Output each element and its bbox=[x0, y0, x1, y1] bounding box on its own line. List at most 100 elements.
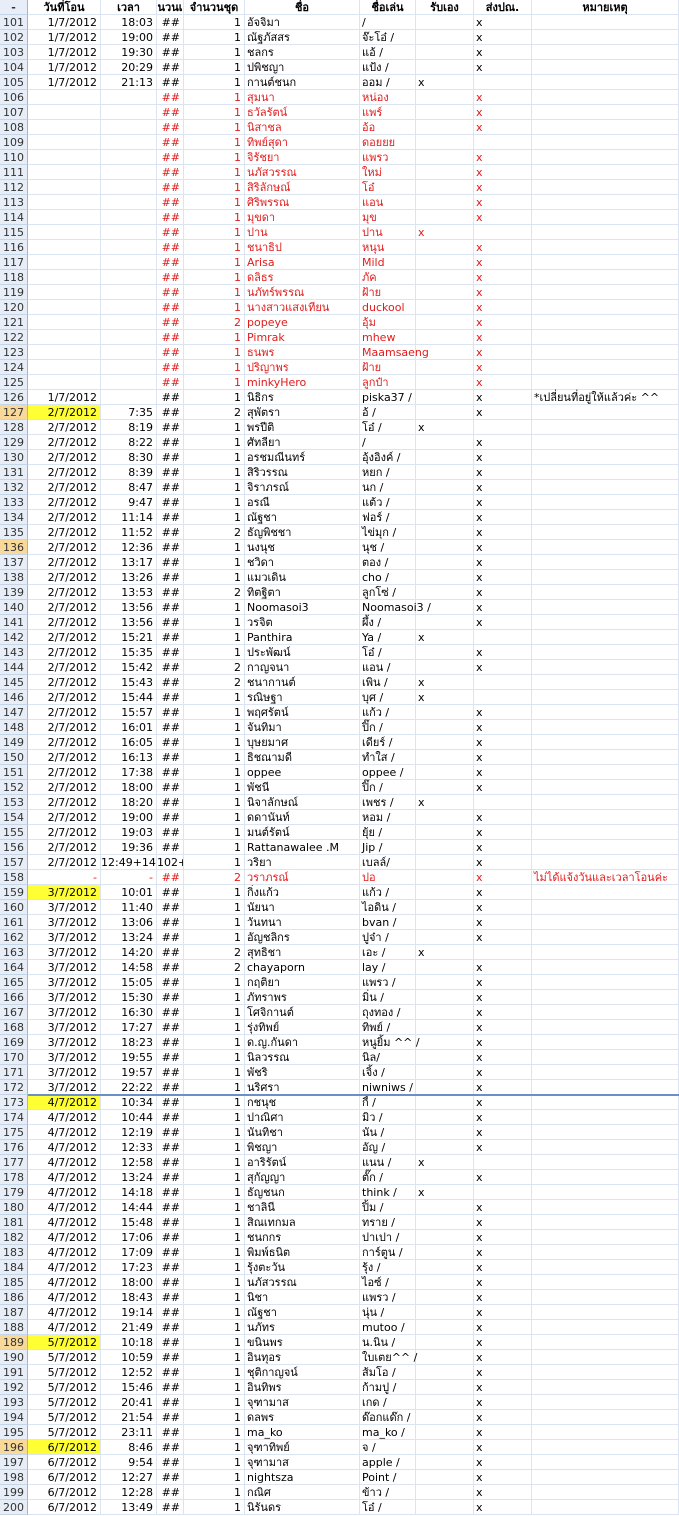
name-cell[interactable]: มุขดา bbox=[245, 210, 360, 225]
self-pickup-cell[interactable] bbox=[416, 660, 474, 675]
self-pickup-cell[interactable] bbox=[416, 570, 474, 585]
date-cell[interactable]: 4/7/2012 bbox=[28, 1275, 101, 1290]
amount-cell[interactable]: ## bbox=[157, 1125, 184, 1140]
table-row[interactable]: 119 ## 1 นภัทร์พรรณ ฝ้าย x bbox=[0, 285, 679, 300]
amount-cell[interactable]: ## bbox=[157, 780, 184, 795]
amount-cell[interactable]: ## bbox=[157, 945, 184, 960]
amount-cell[interactable]: ## bbox=[157, 135, 184, 150]
post-cell[interactable]: x bbox=[474, 405, 532, 420]
amount-cell[interactable]: ## bbox=[157, 45, 184, 60]
time-cell[interactable] bbox=[101, 360, 157, 375]
nickname-cell[interactable]: บุศ / bbox=[360, 690, 416, 705]
sets-cell[interactable]: 1 bbox=[184, 1140, 245, 1155]
name-cell[interactable]: มนต์รัตน์ bbox=[245, 825, 360, 840]
self-pickup-cell[interactable]: x bbox=[416, 1185, 474, 1200]
table-row[interactable]: 108 ## 1 นิสาชล อ้อ x bbox=[0, 120, 679, 135]
amount-cell[interactable]: ## bbox=[157, 120, 184, 135]
amount-cell[interactable]: ## bbox=[157, 1020, 184, 1035]
time-cell[interactable]: 19:00 bbox=[101, 810, 157, 825]
table-row[interactable]: 186 4/7/2012 18:43 ## 1 นิชา แพรว / x bbox=[0, 1290, 679, 1305]
time-cell[interactable] bbox=[101, 300, 157, 315]
row-header[interactable]: 192 bbox=[0, 1380, 28, 1395]
sets-cell[interactable]: 1 bbox=[184, 1470, 245, 1485]
amount-cell[interactable]: ## bbox=[157, 510, 184, 525]
row-header[interactable]: 157 bbox=[0, 855, 28, 870]
nickname-cell[interactable]: apple / bbox=[360, 1455, 416, 1470]
row-header[interactable]: 175 bbox=[0, 1125, 28, 1140]
post-cell[interactable]: x bbox=[474, 465, 532, 480]
table-row[interactable]: 122 ## 1 Pimrak mhew x bbox=[0, 330, 679, 345]
date-cell[interactable]: 2/7/2012 bbox=[28, 660, 101, 675]
row-header[interactable]: 140 bbox=[0, 600, 28, 615]
amount-cell[interactable]: ## bbox=[157, 900, 184, 915]
post-cell[interactable]: x bbox=[474, 585, 532, 600]
date-cell[interactable]: 2/7/2012 bbox=[28, 750, 101, 765]
name-cell[interactable]: ชนากานต์ bbox=[245, 675, 360, 690]
time-cell[interactable]: 8:39 bbox=[101, 465, 157, 480]
nickname-cell[interactable]: ฟอร์ / bbox=[360, 510, 416, 525]
name-cell[interactable]: กชนุช bbox=[245, 1095, 360, 1110]
nickname-cell[interactable]: ทำใส / bbox=[360, 750, 416, 765]
self-pickup-cell[interactable] bbox=[416, 1230, 474, 1245]
sets-cell[interactable]: 1 bbox=[184, 1155, 245, 1170]
row-header[interactable]: 146 bbox=[0, 690, 28, 705]
nickname-cell[interactable]: นุช / bbox=[360, 540, 416, 555]
note-cell[interactable] bbox=[532, 135, 679, 150]
sets-cell[interactable]: 1 bbox=[184, 510, 245, 525]
name-cell[interactable]: อินทิพร bbox=[245, 1380, 360, 1395]
date-cell[interactable]: 4/7/2012 bbox=[28, 1305, 101, 1320]
table-row[interactable]: 134 2/7/2012 11:14 ## 1 ณัฐชา ฟอร์ / x bbox=[0, 510, 679, 525]
post-cell[interactable]: x bbox=[474, 1230, 532, 1245]
name-cell[interactable]: ธิชณามดี bbox=[245, 750, 360, 765]
name-cell[interactable]: ณัฐชา bbox=[245, 510, 360, 525]
name-cell[interactable]: nightsza bbox=[245, 1470, 360, 1485]
table-row[interactable]: 101 1/7/2012 18:03 ## 1 อัจจิมา / x bbox=[0, 15, 679, 30]
date-cell[interactable]: 4/7/2012 bbox=[28, 1095, 101, 1110]
date-cell[interactable]: 2/7/2012 bbox=[28, 615, 101, 630]
date-cell[interactable]: 4/7/2012 bbox=[28, 1125, 101, 1140]
note-cell[interactable] bbox=[532, 195, 679, 210]
time-cell[interactable]: 15:05 bbox=[101, 975, 157, 990]
date-cell[interactable]: 6/7/2012 bbox=[28, 1455, 101, 1470]
time-cell[interactable]: 22:22 bbox=[101, 1080, 157, 1095]
name-cell[interactable]: พัชนี bbox=[245, 780, 360, 795]
time-cell[interactable]: 12:19 bbox=[101, 1125, 157, 1140]
post-cell[interactable] bbox=[474, 675, 532, 690]
sets-cell[interactable]: 1 bbox=[184, 345, 245, 360]
table-row[interactable]: 155 2/7/2012 19:03 ## 1 มนต์รัตน์ ยุ้ย / x bbox=[0, 825, 679, 840]
date-cell[interactable]: 3/7/2012 bbox=[28, 930, 101, 945]
sets-cell[interactable]: 1 bbox=[184, 1230, 245, 1245]
nickname-cell[interactable]: จ๊ะโอ๋ / bbox=[360, 30, 416, 45]
row-header[interactable]: 132 bbox=[0, 480, 28, 495]
self-pickup-cell[interactable] bbox=[416, 930, 474, 945]
date-cell[interactable]: 1/7/2012 bbox=[28, 45, 101, 60]
sets-cell[interactable]: 1 bbox=[184, 855, 245, 870]
col-header-name[interactable]: ชื่อ bbox=[245, 0, 360, 15]
name-cell[interactable]: Rattanawalee .M bbox=[245, 840, 360, 855]
table-row[interactable]: 127 2/7/2012 7:35 ## 2 สุพัตรา อ้ / x bbox=[0, 405, 679, 420]
amount-cell[interactable]: ## bbox=[157, 1500, 184, 1515]
row-header[interactable]: 131 bbox=[0, 465, 28, 480]
table-row[interactable]: 185 4/7/2012 18:00 ## 1 นภัสวรรณ ไอซ์ / x bbox=[0, 1275, 679, 1290]
amount-cell[interactable]: ## bbox=[157, 225, 184, 240]
nickname-cell[interactable]: ปอ bbox=[360, 870, 416, 885]
note-cell[interactable] bbox=[532, 975, 679, 990]
row-header[interactable]: 155 bbox=[0, 825, 28, 840]
amount-cell[interactable]: ## bbox=[157, 90, 184, 105]
date-cell[interactable] bbox=[28, 195, 101, 210]
row-header[interactable]: 149 bbox=[0, 735, 28, 750]
amount-cell[interactable]: ## bbox=[157, 60, 184, 75]
post-cell[interactable]: x bbox=[474, 105, 532, 120]
nickname-cell[interactable]: หอม / bbox=[360, 810, 416, 825]
post-cell[interactable]: x bbox=[474, 450, 532, 465]
table-row[interactable]: 162 3/7/2012 13:24 ## 1 อัญชลิกร ปูจ๋า / x bbox=[0, 930, 679, 945]
amount-cell[interactable]: ## bbox=[157, 1455, 184, 1470]
nickname-cell[interactable]: เอะ / bbox=[360, 945, 416, 960]
date-cell[interactable]: 2/7/2012 bbox=[28, 795, 101, 810]
note-cell[interactable] bbox=[532, 1470, 679, 1485]
amount-cell[interactable]: ## bbox=[157, 30, 184, 45]
date-cell[interactable]: 5/7/2012 bbox=[28, 1380, 101, 1395]
self-pickup-cell[interactable] bbox=[416, 1290, 474, 1305]
row-header[interactable]: 197 bbox=[0, 1455, 28, 1470]
nickname-cell[interactable]: อุ้งอิงค์ / bbox=[360, 450, 416, 465]
